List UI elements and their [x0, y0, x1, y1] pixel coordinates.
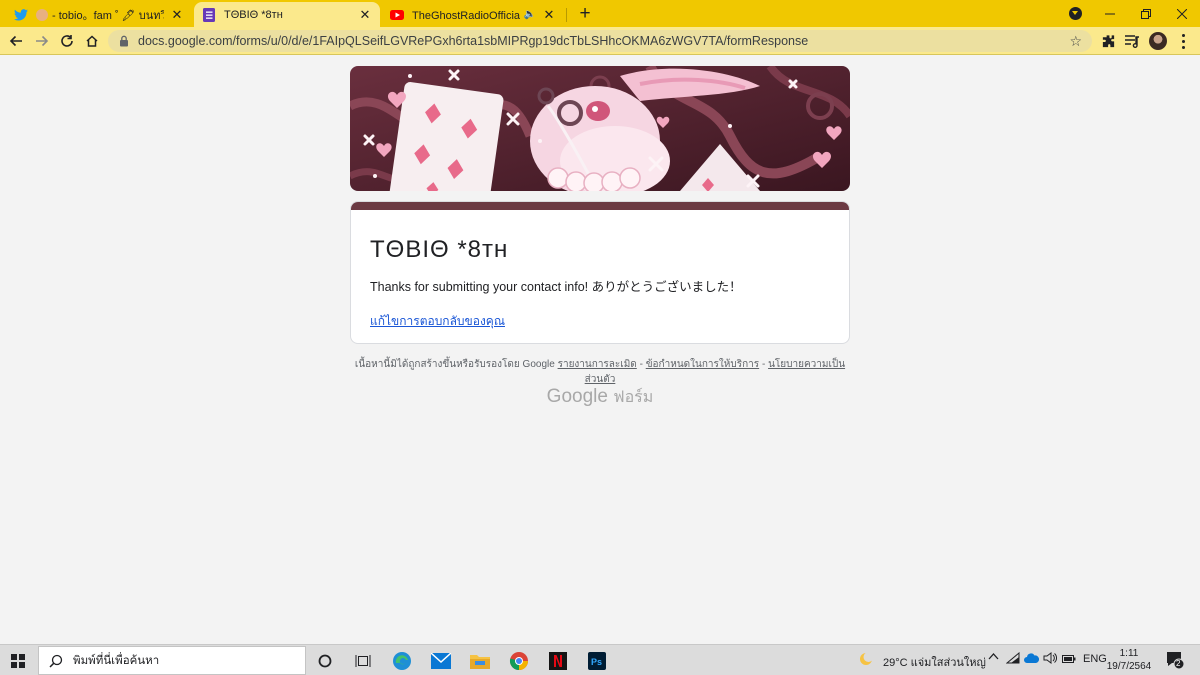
mail-icon[interactable]	[430, 650, 452, 672]
close-window-button[interactable]	[1164, 0, 1200, 27]
confirmation-message: Thanks for submitting your contact info!…	[370, 280, 742, 294]
cortana-icon[interactable]	[314, 650, 336, 672]
taskbar-search-box[interactable]: พิมพ์ที่นี่เพื่อค้นหา	[38, 646, 306, 675]
tab-google-form[interactable]: TΘBIΘ *8ᴛʜ ✕	[194, 2, 380, 27]
clock-date: 19/7/2564	[1106, 661, 1152, 672]
edit-response-link[interactable]: แก้ไขการตอบกลับของคุณ	[370, 312, 505, 331]
windows-start-icon[interactable]	[11, 654, 25, 668]
profile-avatar[interactable]	[1149, 32, 1167, 50]
search-placeholder: พิมพ์ที่นี่เพื่อค้นหา	[73, 654, 160, 667]
home-button[interactable]	[82, 31, 102, 51]
form-response-card: TΘBIΘ *8ᴛʜ Thanks for submitting your co…	[350, 201, 850, 344]
footer-separator: -	[761, 359, 766, 370]
minimize-button[interactable]	[1092, 0, 1128, 27]
weather-text[interactable]: 29°C แจ่มใสส่วนใหญ่	[883, 653, 986, 671]
twitter-icon	[14, 8, 28, 22]
form-header-image	[350, 66, 850, 191]
disclaimer-text: เนื้อหานี้มิได้ถูกสร้างขึ้นหรือรับรองโดย…	[354, 359, 555, 370]
volume-icon[interactable]	[1043, 652, 1057, 667]
edge-icon[interactable]	[391, 650, 413, 672]
back-button[interactable]	[6, 31, 26, 51]
tab-label: - tobio。fam ˚ 🖋 บนทวิตเตอร์	[52, 9, 164, 22]
tab-strip: - tobio。fam ˚ 🖋 บนทวิตเตอร์ ✕ TΘBIΘ *8ᴛʜ…	[0, 0, 1200, 27]
clock-time: 1:11	[1119, 648, 1139, 659]
taskbar-clock[interactable]: 1:11 19/7/2564	[1104, 647, 1154, 673]
task-view-icon[interactable]	[352, 650, 374, 672]
terms-link[interactable]: ข้อกำหนดในการให้บริการ	[646, 359, 759, 370]
form-accent-bar	[351, 202, 849, 210]
forward-button[interactable]	[32, 31, 52, 51]
onedrive-icon[interactable]	[1024, 653, 1040, 666]
notification-count: 2	[1176, 659, 1181, 668]
tab-label: TΘBIΘ *8ᴛʜ	[224, 8, 283, 21]
google-forms-icon	[202, 7, 216, 22]
close-icon[interactable]: ✕	[542, 7, 556, 22]
restore-button[interactable]	[1128, 0, 1164, 27]
chrome-icon[interactable]	[508, 650, 530, 672]
form-footer-disclaimer: เนื้อหานี้มิได้ถูกสร้างขึ้นหรือรับรองโดย…	[350, 357, 850, 387]
form-title: TΘBIΘ *8ᴛʜ	[370, 236, 509, 263]
bookmark-star-icon[interactable]: ☆	[1069, 33, 1082, 50]
netflix-icon[interactable]	[547, 650, 569, 672]
tab-search-icon[interactable]	[1069, 7, 1082, 20]
tab-youtube[interactable]: TheGhostRadioOfficial ฟังเรื่องผี 🔈 ✕	[382, 2, 564, 27]
network-icon[interactable]	[1005, 651, 1020, 667]
speaker-icon[interactable]: 🔈	[524, 9, 536, 20]
google-forms-logo[interactable]: Google ฟอร์ม	[350, 385, 850, 410]
youtube-icon	[390, 8, 404, 22]
forms-wordmark: ฟอร์ม	[613, 389, 654, 406]
footer-separator: -	[639, 359, 643, 370]
google-wordmark: Google	[546, 386, 608, 407]
tab-separator	[566, 8, 567, 22]
tab-label: TheGhostRadioOfficial ฟังเรื่องผี	[412, 9, 520, 22]
photoshop-icon[interactable]: Ps	[586, 650, 608, 672]
file-explorer-icon[interactable]	[469, 650, 491, 672]
close-icon[interactable]: ✕	[358, 7, 372, 22]
notification-center-icon[interactable]: 2	[1166, 651, 1185, 670]
svg-text:Ps: Ps	[591, 657, 602, 667]
extensions-icon[interactable]	[1100, 33, 1116, 49]
menu-icon[interactable]	[1178, 32, 1188, 50]
tab-twitter[interactable]: - tobio。fam ˚ 🖋 บนทวิตเตอร์ ✕	[6, 2, 192, 27]
windows-taskbar: พิมพ์ที่นี่เพื่อค้นหา Ps 29°C แจ่มใสส่วน…	[0, 644, 1200, 675]
search-icon	[49, 654, 63, 668]
battery-icon[interactable]	[1062, 654, 1076, 666]
chevron-up-icon[interactable]	[988, 652, 999, 664]
report-abuse-link[interactable]: รายงานการละเมิด	[558, 359, 637, 370]
address-bar[interactable]: docs.google.com/forms/u/0/d/e/1FAIpQLSei…	[108, 30, 1092, 52]
media-queue-icon[interactable]	[1124, 33, 1140, 49]
browser-toolbar: docs.google.com/forms/u/0/d/e/1FAIpQLSei…	[0, 27, 1200, 55]
weather-icon[interactable]	[858, 651, 874, 670]
reload-button[interactable]	[57, 31, 77, 51]
tab-avatar-icon	[36, 8, 48, 21]
url-text[interactable]: docs.google.com/forms/u/0/d/e/1FAIpQLSei…	[138, 34, 808, 48]
lock-icon[interactable]	[118, 35, 130, 47]
close-icon[interactable]: ✕	[170, 7, 184, 22]
new-tab-button[interactable]: +	[574, 4, 596, 24]
